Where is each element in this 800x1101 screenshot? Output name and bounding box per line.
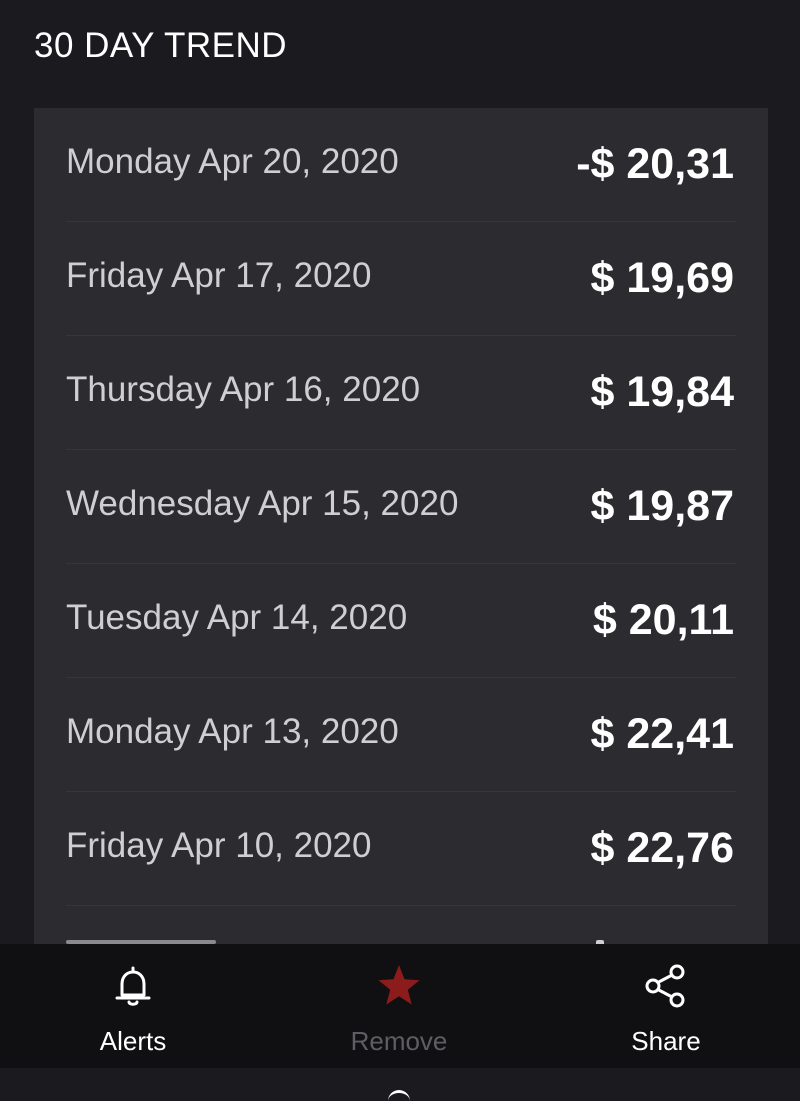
bell-icon (115, 966, 151, 1006)
row-price: -$ 20,31 (576, 140, 734, 188)
list-item: Thursday Apr 16, 2020 $ 19,84 (66, 336, 736, 450)
row-date: Wednesday Apr 15, 2020 (66, 484, 459, 523)
list-item: Monday Apr 13, 2020 $ 22,41 (66, 678, 736, 792)
row-date: Monday Apr 20, 2020 (66, 142, 399, 181)
alerts-button[interactable]: Alerts (0, 944, 266, 1068)
list-item: Wednesday Apr 15, 2020 $ 19,87 (66, 450, 736, 564)
bottom-action-bar: Alerts Remove Share (0, 944, 800, 1068)
row-price: $ 22,41 (590, 710, 734, 758)
row-date: Friday Apr 17, 2020 (66, 256, 372, 295)
row-price: $ 19,87 (590, 482, 734, 530)
list-item-partial (66, 906, 736, 944)
page-title: 30 DAY TREND (34, 26, 288, 65)
row-price: $ 22,76 (590, 824, 734, 872)
share-button[interactable]: Share (533, 944, 799, 1068)
list-item: Friday Apr 10, 2020 $ 22,76 (66, 792, 736, 906)
list-item: Tuesday Apr 14, 2020 $ 20,11 (66, 564, 736, 678)
trend-list-panel[interactable]: Monday Apr 20, 2020 -$ 20,31 Friday Apr … (34, 108, 768, 944)
system-navigation-bar (0, 1068, 800, 1096)
list-item: Friday Apr 17, 2020 $ 19,69 (66, 222, 736, 336)
row-date: Tuesday Apr 14, 2020 (66, 598, 408, 637)
share-icon (645, 964, 685, 1008)
row-price: $ 20,11 (592, 596, 734, 644)
trend-list: Monday Apr 20, 2020 -$ 20,31 Friday Apr … (66, 108, 736, 944)
header: 30 DAY TREND (0, 0, 800, 108)
row-date: Thursday Apr 16, 2020 (66, 370, 421, 409)
list-item: Monday Apr 20, 2020 -$ 20,31 (66, 108, 736, 222)
alerts-label: Alerts (99, 1026, 167, 1056)
remove-label: Remove (350, 1026, 448, 1056)
row-price: $ 19,69 (590, 254, 734, 302)
remove-button[interactable]: Remove (266, 944, 532, 1068)
row-date: Monday Apr 13, 2020 (66, 712, 399, 751)
share-label: Share (631, 1026, 701, 1056)
star-icon (378, 965, 420, 1005)
row-date: Friday Apr 10, 2020 (66, 826, 372, 865)
row-price: $ 19,84 (590, 368, 734, 416)
